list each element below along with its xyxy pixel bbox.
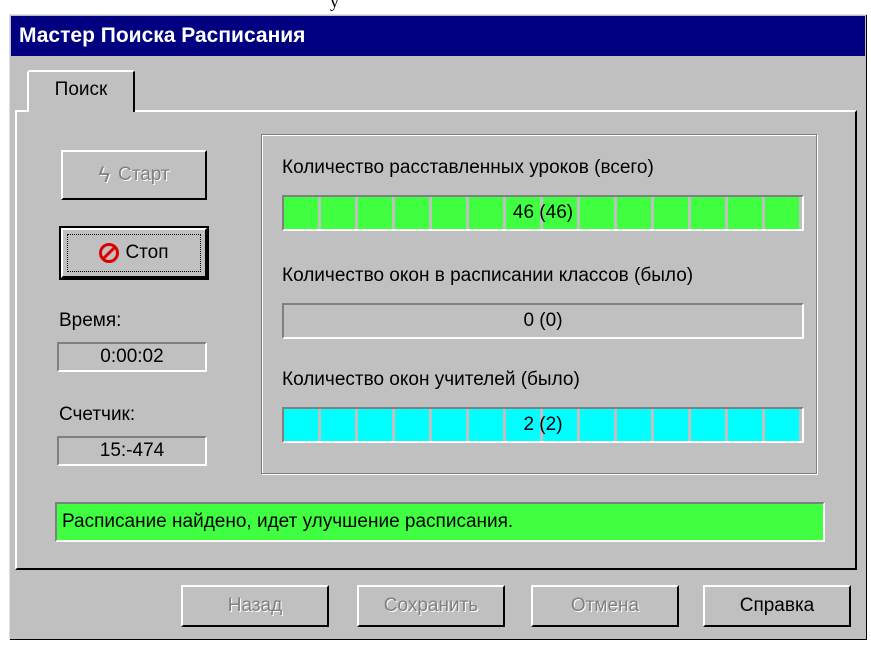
start-button-label: Старт bbox=[118, 164, 170, 185]
class-gaps-label: Количество окон в расписании классов (бы… bbox=[282, 265, 694, 286]
time-label: Время: bbox=[59, 310, 122, 331]
placed-lessons-label: Количество расставленных уроков (всего) bbox=[282, 157, 654, 178]
top-clipped-text: у bbox=[0, 0, 871, 14]
back-button[interactable]: Назад bbox=[181, 585, 329, 627]
time-value: 0:00:02 bbox=[57, 342, 207, 372]
counter-label: Счетчик: bbox=[59, 404, 136, 425]
start-button[interactable]: ϟ Старт bbox=[61, 150, 207, 200]
status-bar: Расписание найдено, идет улучшение распи… bbox=[55, 502, 825, 542]
status-text: Расписание найдено, идет улучшение распи… bbox=[62, 511, 514, 532]
tab-panel: ϟ Старт Стоп Время: 0:00:02 Счетчик: 15:… bbox=[15, 110, 857, 570]
wizard-window: Мастер Поиска Расписания Поиск ϟ Старт С… bbox=[9, 14, 867, 640]
teacher-gaps-label: Количество окон учителей (было) bbox=[282, 369, 580, 390]
lightning-icon: ϟ bbox=[98, 162, 110, 187]
stats-group: Количество расставленных уроков (всего) … bbox=[261, 134, 817, 474]
placed-lessons-bar: 46 (46) bbox=[282, 195, 804, 231]
teacher-gaps-value: 2 (2) bbox=[523, 414, 563, 435]
class-gaps-bar: 0 (0) bbox=[282, 303, 804, 339]
teacher-gaps-bar: 2 (2) bbox=[282, 407, 804, 443]
title-bar: Мастер Поиска Расписания bbox=[11, 16, 865, 56]
class-gaps-value: 0 (0) bbox=[523, 310, 563, 331]
help-button[interactable]: Справка bbox=[703, 585, 851, 627]
placed-lessons-value: 46 (46) bbox=[512, 202, 574, 223]
focus-rectangle bbox=[67, 234, 201, 272]
cancel-button[interactable]: Отмена bbox=[531, 585, 679, 627]
stop-button[interactable]: Стоп bbox=[59, 226, 209, 280]
save-button[interactable]: Сохранить bbox=[357, 585, 505, 627]
tab-search[interactable]: Поиск bbox=[27, 70, 135, 112]
counter-value: 15:-474 bbox=[57, 436, 207, 466]
